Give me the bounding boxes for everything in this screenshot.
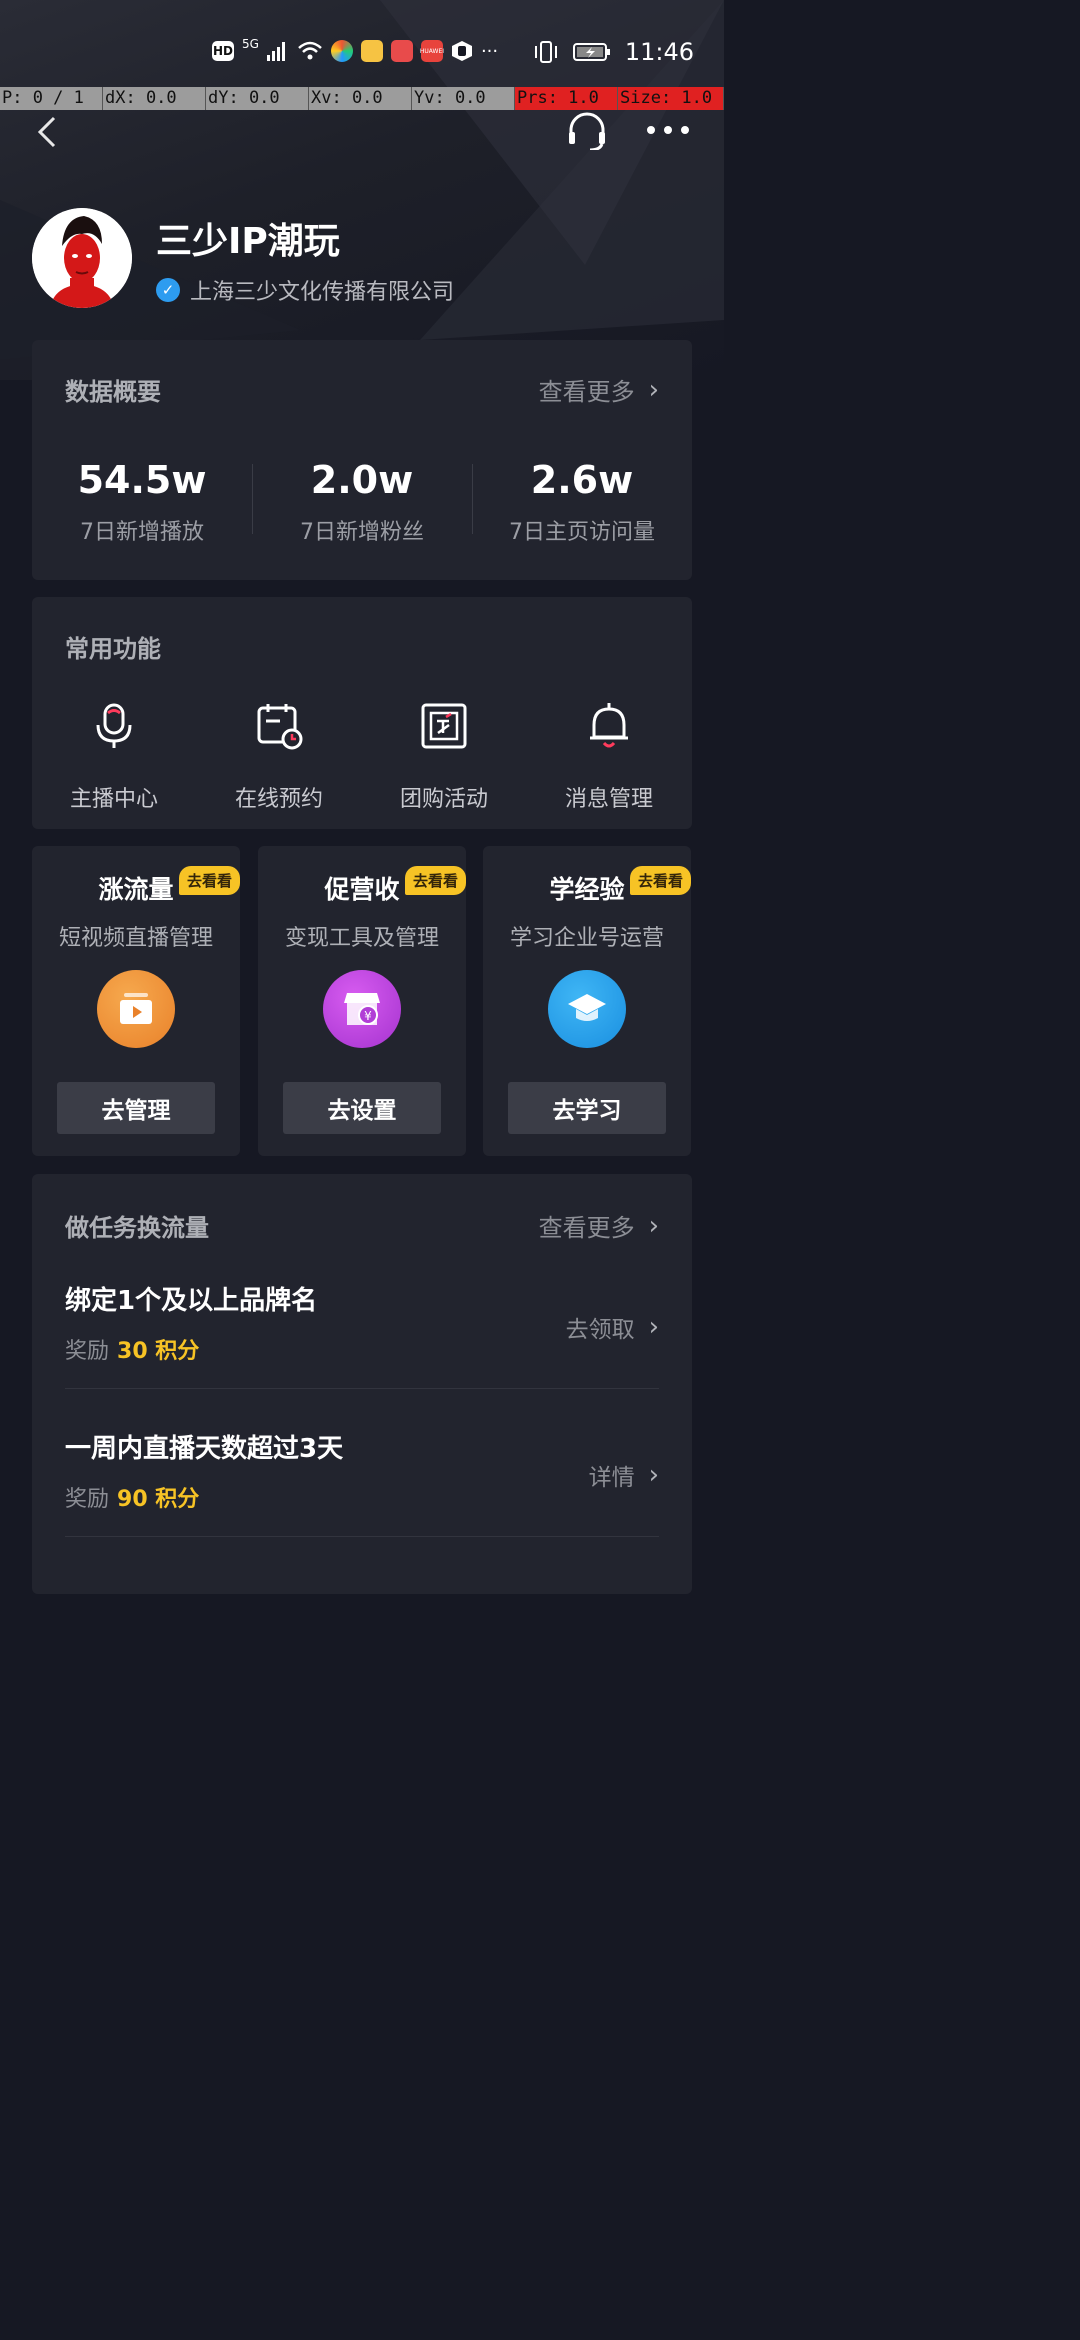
common-functions-title: 常用功能	[65, 635, 161, 663]
headset-icon[interactable]	[566, 110, 606, 150]
signal-icon	[266, 42, 285, 61]
promo-subtitle: 变现工具及管理	[284, 926, 439, 951]
dots-icon: ···	[480, 40, 499, 62]
tasks-card: 做任务换流量 查看更多 › 绑定1个及以上品牌名 奖励 30 积分 去领取 › 一…	[32, 1174, 692, 1594]
debug-yv: Yv: 0.0	[412, 87, 515, 110]
more-label: 查看更多	[538, 378, 635, 406]
stat-label: 7日主页访问量	[509, 520, 655, 545]
stat-value: 54.5w	[77, 458, 207, 502]
task-reward: 奖励 90 积分	[65, 1481, 659, 1513]
debug-pointer: P: 0 / 1	[0, 87, 103, 110]
reward-prefix: 奖励	[65, 1487, 110, 1512]
promo-card-learn[interactable]: 学经验 去看看 学习企业号运营 去学习	[483, 846, 691, 1156]
graduation-cap-icon	[548, 970, 626, 1048]
settings-button[interactable]: 去设置	[283, 1082, 441, 1134]
func-label: 团购活动	[399, 787, 488, 812]
avatar[interactable]	[32, 208, 132, 308]
wifi-icon	[298, 41, 322, 60]
clock: 11:46	[624, 38, 694, 66]
chevron-right-icon: ›	[648, 1210, 659, 1241]
stat-value: 2.0w	[310, 458, 414, 502]
func-online-booking[interactable]: 在线预约	[214, 701, 344, 813]
common-functions-card: 常用功能 主播中心 在线预约 团购活动 消息管理	[32, 597, 692, 829]
task-action-label: 详情	[588, 1465, 635, 1491]
reward-points: 90 积分	[117, 1487, 200, 1512]
video-play-icon	[97, 970, 175, 1048]
promo-subtitle: 学习企业号运营	[509, 926, 664, 951]
func-message-manage[interactable]: 消息管理	[544, 701, 674, 813]
chevron-right-icon: ›	[648, 1312, 659, 1342]
debug-size: Size: 1.0	[618, 87, 724, 110]
tasks-title: 做任务换流量	[65, 1214, 209, 1242]
promo-card-traffic[interactable]: 涨流量 去看看 短视频直播管理 去管理	[32, 846, 240, 1156]
func-label: 消息管理	[564, 787, 653, 812]
hd-icon: HD	[212, 41, 234, 61]
task-item: 一周内直播天数超过3天 奖励 90 积分 详情 ›	[65, 1428, 659, 1513]
shop-yuan-icon: ¥	[323, 970, 401, 1048]
debug-xv: Xv: 0.0	[309, 87, 412, 110]
chevron-right-icon: ›	[648, 1460, 659, 1490]
chevron-right-icon: ›	[648, 374, 659, 405]
pointer-debug-bar: P: 0 / 1 dX: 0.0 dY: 0.0 Xv: 0.0 Yv: 0.0…	[0, 87, 724, 110]
app-icon	[360, 40, 383, 62]
debug-pressure: Prs: 1.0	[515, 87, 618, 110]
more-options-icon[interactable]	[646, 124, 690, 136]
stat-followers[interactable]: 2.0w 7日新增粉丝	[252, 458, 472, 546]
app-icon	[330, 40, 353, 62]
promo-badge[interactable]: 去看看	[178, 866, 240, 895]
stat-label: 7日新增播放	[80, 520, 204, 545]
data-overview-more-link[interactable]: 查看更多 ›	[539, 372, 659, 407]
task-item: 绑定1个及以上品牌名 奖励 30 积分 去领取 ›	[65, 1280, 659, 1365]
data-overview-card: 数据概要 查看更多 › 54.5w 7日新增播放 2.0w 7日新增粉丝 2.6…	[32, 340, 692, 580]
promo-subtitle: 短视频直播管理	[58, 926, 213, 951]
stat-label: 7日新增粉丝	[300, 520, 424, 545]
debug-dx: dX: 0.0	[103, 87, 206, 110]
claim-button[interactable]: 去领取 ›	[566, 1310, 659, 1344]
func-label: 在线预约	[234, 787, 323, 812]
coupon-icon	[421, 703, 467, 749]
book-icon	[390, 40, 413, 62]
top-nav	[0, 110, 724, 154]
debug-dy: dY: 0.0	[206, 87, 309, 110]
status-bar: HD 5G HUAWEI ··· 11:46	[0, 28, 724, 78]
task-title: 一周内直播天数超过3天	[65, 1434, 344, 1464]
func-anchor-center[interactable]: 主播中心	[49, 701, 179, 813]
reward-points: 30 积分	[117, 1339, 200, 1364]
manage-button[interactable]: 去管理	[57, 1082, 215, 1134]
divider	[65, 1536, 659, 1537]
stat-value: 2.6w	[530, 458, 634, 502]
battery-icon	[572, 43, 610, 61]
verified-check-icon: ✓	[156, 278, 180, 302]
tasks-more-link[interactable]: 查看更多 ›	[539, 1208, 659, 1243]
bell-icon	[590, 703, 628, 748]
hand-icon	[451, 41, 472, 61]
data-overview-title: 数据概要	[65, 378, 161, 406]
stat-visits[interactable]: 2.6w 7日主页访问量	[472, 458, 692, 546]
company-row: ✓ 上海三少文化传播有限公司	[156, 274, 454, 306]
promo-card-revenue[interactable]: 促营收 去看看 变现工具及管理 ¥ 去设置	[258, 846, 466, 1156]
func-label: 主播中心	[69, 787, 158, 812]
calendar-clock-icon	[257, 704, 303, 750]
func-group-buy[interactable]: 团购活动	[379, 701, 509, 813]
microphone-icon	[96, 703, 132, 748]
divider	[65, 1388, 659, 1389]
company-name: 上海三少文化传播有限公司	[190, 280, 455, 305]
network-label: 5G	[242, 37, 259, 51]
stat-plays[interactable]: 54.5w 7日新增播放	[32, 458, 252, 546]
huawei-icon: HUAWEI	[420, 40, 444, 62]
learn-button[interactable]: 去学习	[508, 1082, 666, 1134]
promo-badge[interactable]: 去看看	[404, 866, 466, 895]
vibrate-icon	[534, 41, 557, 63]
promo-badge[interactable]: 去看看	[629, 866, 691, 895]
task-action-label: 去领取	[565, 1317, 635, 1343]
svg-text:¥: ¥	[364, 1009, 372, 1023]
reward-prefix: 奖励	[65, 1339, 110, 1364]
back-icon[interactable]	[34, 114, 58, 154]
profile-name: 三少IP潮玩	[156, 221, 340, 262]
details-button[interactable]: 详情 ›	[589, 1458, 659, 1492]
more-label: 查看更多	[538, 1214, 635, 1242]
